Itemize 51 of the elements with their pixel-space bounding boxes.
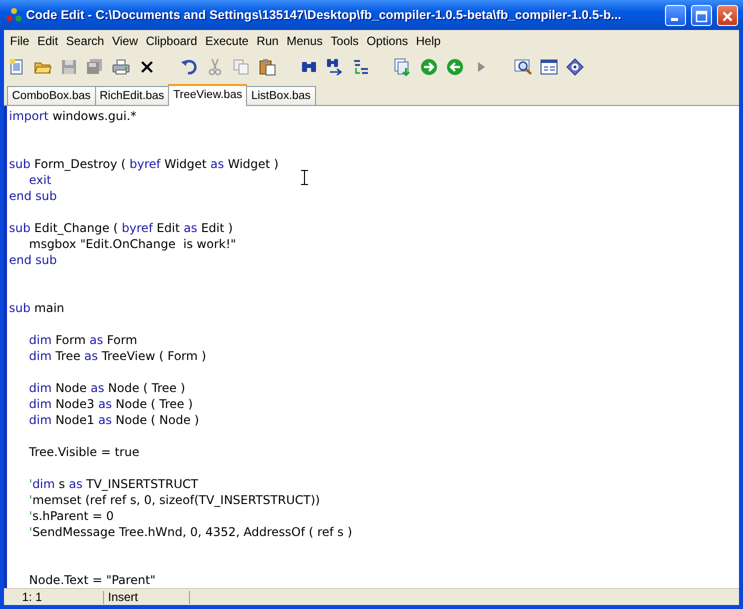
- menu-item[interactable]: Help: [412, 34, 445, 48]
- app-icon: [6, 7, 22, 23]
- minimize-button[interactable]: [665, 4, 686, 26]
- code-line: dim Node as Node ( Tree ): [28, 380, 186, 396]
- menu-item[interactable]: File: [6, 34, 34, 48]
- window-title: Code Edit - C:\Documents and Settings\135147\Desktop\fb_compiler-1.0.5-beta\fb_compiler-1.0.5-b...: [26, 8, 622, 22]
- menu-item[interactable]: Edit: [33, 34, 62, 48]
- file-tab[interactable]: RichEdit.bas: [94, 86, 170, 105]
- close-button[interactable]: [717, 4, 738, 26]
- code-editor[interactable]: [4, 106, 739, 588]
- paste-icon[interactable]: [258, 58, 276, 76]
- undo-icon[interactable]: [180, 58, 198, 76]
- menu-item[interactable]: View: [108, 34, 142, 48]
- cursor-position: 1: 1: [4, 590, 104, 604]
- menu-item[interactable]: Search: [62, 34, 108, 48]
- menu-item[interactable]: Clipboard: [142, 34, 202, 48]
- file-tab[interactable]: ListBox.bas: [246, 86, 316, 105]
- text-cursor-icon: [301, 170, 308, 185]
- code-line: 'SendMessage Tree.hWnd, 0, 4352, AddressOf ( ref s ): [28, 524, 352, 540]
- code-line: 's.hParent = 0: [28, 508, 114, 524]
- search-window-icon[interactable]: [514, 58, 532, 76]
- code-line: import windows.gui.*: [8, 108, 136, 124]
- menu-item[interactable]: Tools: [326, 34, 363, 48]
- help-icon[interactable]: [566, 58, 584, 76]
- menu-item[interactable]: Run: [252, 34, 283, 48]
- code-line: end sub: [8, 188, 57, 204]
- insert-mode: Insert: [104, 590, 190, 604]
- code-line: 'dim s as TV_INSERTSTRUCT: [28, 476, 198, 492]
- file-tab[interactable]: ComboBox.bas: [7, 86, 96, 105]
- code-line: end sub: [8, 252, 57, 268]
- print-icon[interactable]: [112, 58, 130, 76]
- code-line: dim Node3 as Node ( Tree ): [28, 396, 193, 412]
- code-line: exit: [28, 172, 52, 188]
- code-line: 'memset (ref ref s, 0, sizeof(TV_INSERTSTRUCT)): [28, 492, 320, 508]
- code-line: dim Tree as TreeView ( Form ): [28, 348, 206, 364]
- code-line: dim Node1 as Node ( Node ): [28, 412, 200, 428]
- code-line: sub main: [8, 300, 64, 316]
- code-line: Tree.Visible = true: [28, 444, 140, 460]
- menu-item[interactable]: Menus: [282, 34, 327, 48]
- code-line: msgbox "Edit.OnChange is work!": [28, 236, 236, 252]
- code-line: Node.Text = "Parent": [28, 572, 156, 588]
- menu-item[interactable]: Execute: [201, 34, 253, 48]
- save-all-icon[interactable]: [86, 58, 104, 76]
- code-line: sub Form_Destroy ( byref Widget as Widget ): [8, 156, 279, 172]
- code-line: dim Form as Form: [28, 332, 138, 348]
- code-line: sub Edit_Change ( byref Edit as Edit ): [8, 220, 233, 236]
- minimize-icon: [671, 18, 678, 20]
- menu-item[interactable]: Options: [362, 34, 412, 48]
- form-icon[interactable]: [540, 58, 558, 76]
- file-tab[interactable]: TreeView.bas: [168, 84, 248, 106]
- maximize-button[interactable]: [691, 4, 712, 26]
